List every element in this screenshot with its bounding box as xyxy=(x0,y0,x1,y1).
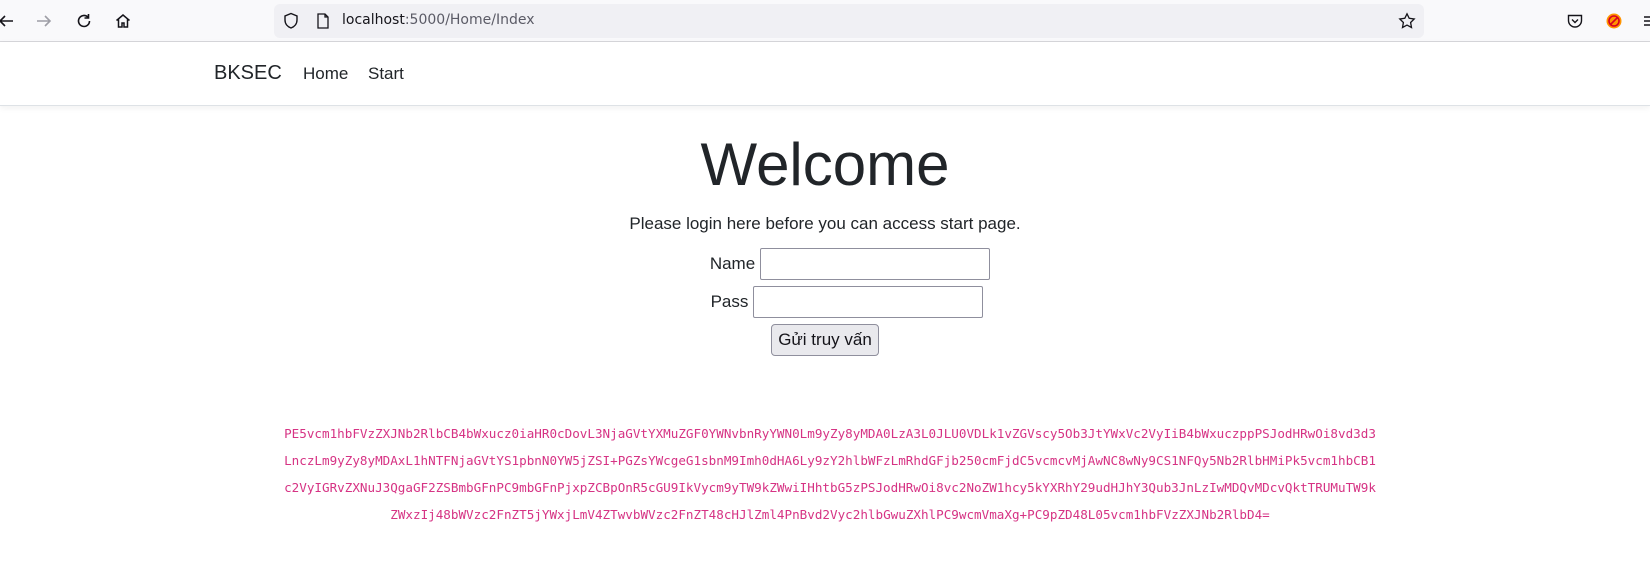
pass-input[interactable] xyxy=(753,286,984,318)
encoded-line: PE5vcm1hbFVzZXJNb2RlbCB4bWxucz0iaHR0cDov… xyxy=(284,426,1376,441)
bookmark-star-icon[interactable] xyxy=(1398,12,1416,30)
page-title: Welcome xyxy=(700,131,950,198)
encoded-line: ZWxzIj48bWVzc2FnZT5jYWxjLmV4ZTwvbWVzc2Fn… xyxy=(390,507,1270,522)
nav-link-start[interactable]: Start xyxy=(368,64,404,84)
encoded-output: PE5vcm1hbFVzZXJNb2RlbCB4bWxucz0iaHR0cDov… xyxy=(214,420,1446,528)
menu-icon[interactable] xyxy=(1636,7,1650,35)
submit-row: Gửi truy vấn xyxy=(0,324,1650,356)
url-text: localhost:5000/Home/Index xyxy=(342,12,535,28)
submit-button[interactable]: Gửi truy vấn xyxy=(771,324,879,356)
name-input[interactable] xyxy=(760,248,991,280)
nav-link-home[interactable]: Home xyxy=(303,64,348,84)
brand-link[interactable]: BKSEC xyxy=(214,62,282,85)
main-content: Welcome Please login here before you can… xyxy=(0,106,1650,356)
url-bar[interactable]: localhost:5000/Home/Index xyxy=(274,4,1424,38)
forward-arrow-icon[interactable] xyxy=(30,7,58,35)
page-info-icon[interactable] xyxy=(314,12,332,30)
site-navbar: BKSEC Home Start xyxy=(0,42,1650,106)
pass-label: Pass xyxy=(710,292,749,311)
url-path: :5000/Home/Index xyxy=(404,12,535,28)
home-icon[interactable] xyxy=(109,7,137,35)
pass-row: Pass xyxy=(22,286,1650,318)
name-label: Name xyxy=(709,254,756,273)
shield-icon[interactable] xyxy=(282,12,300,30)
url-host: localhost xyxy=(342,12,405,28)
back-arrow-icon[interactable] xyxy=(0,7,20,35)
name-row: Name xyxy=(25,248,1650,280)
login-instructions: Please login here before you can access … xyxy=(629,214,1021,233)
pocket-icon[interactable] xyxy=(1561,7,1589,35)
reload-icon[interactable] xyxy=(70,7,98,35)
encoded-line: c2VyIGRvZXNuJ3QgaGF2ZSBmbGFnPC9mbGFnPjxp… xyxy=(284,480,1376,495)
encoded-line: LnczLm9yZy8yMDAxL1hNTFNjaGVtYS1pbnN0YW5j… xyxy=(284,453,1376,468)
extension-block-icon[interactable] xyxy=(1600,7,1628,35)
browser-toolbar: localhost:5000/Home/Index xyxy=(0,0,1650,42)
